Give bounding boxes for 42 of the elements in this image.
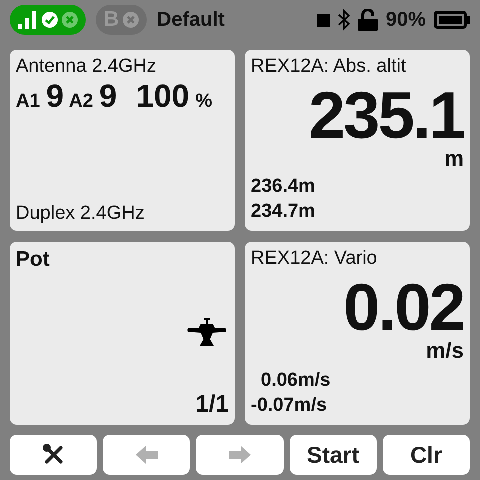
signal-icon	[18, 11, 38, 29]
rssi-widget[interactable]: Antenna 2.4GHz A1 9 A2 9 100 % Duplex 2.4GHz	[10, 50, 235, 231]
sensor-widget[interactable]: REX12A: Vario 0.02 m/s 0.06m/s -0.07m/s	[245, 242, 470, 425]
left-arrow-icon	[136, 446, 158, 464]
tools-icon	[42, 443, 66, 467]
widget-title: REX12A: Abs. altit	[251, 56, 406, 78]
sensor-value: 0.02	[344, 274, 464, 340]
max-value: 0.06m/s	[260, 368, 331, 393]
text-button[interactable]: Start	[290, 435, 377, 475]
widget-title: Antenna 2.4GHz	[16, 56, 156, 78]
tools-button[interactable]	[10, 435, 98, 475]
widget-title: Pot	[16, 248, 50, 272]
receiver-status-pill[interactable]	[10, 5, 86, 35]
sensor-widget[interactable]: REX12A: Abs. altit 235.1 m 236.4m 234.7m	[245, 50, 470, 231]
model-name: Default	[157, 8, 225, 32]
battery-percent: 90%	[386, 8, 426, 32]
min-value: 234.7m	[251, 200, 316, 224]
antenna-label: A1	[16, 91, 40, 113]
battery-icon	[434, 11, 470, 29]
rf-mode-label: Duplex 2.4GHz	[16, 203, 145, 225]
antenna-value: 9	[99, 78, 116, 115]
page-indicator: 1/1	[196, 391, 229, 419]
close-icon	[123, 12, 140, 28]
sensor-value: 235.1	[308, 82, 464, 148]
airplane-icon	[187, 318, 227, 348]
percent-unit: %	[196, 91, 212, 113]
widget-title: REX12A: Vario	[251, 248, 378, 270]
model-widget[interactable]: Pot 1/1	[10, 242, 235, 425]
antenna-label: A2	[69, 91, 94, 113]
right-arrow-icon	[229, 446, 251, 464]
text-button[interactable]: Clr	[382, 435, 470, 475]
bluetooth-icon	[338, 9, 350, 31]
stop-icon	[316, 14, 330, 26]
antenna-value: 9	[46, 78, 64, 115]
sensor-unit: m/s	[426, 340, 464, 362]
sensor-unit: m	[444, 148, 464, 170]
check-icon	[42, 12, 58, 28]
min-value: -0.07m/s	[251, 394, 328, 418]
close-icon	[62, 12, 78, 28]
rssi-percent: 100	[136, 78, 190, 115]
max-value: 236.4m	[251, 174, 316, 199]
lock-icon	[358, 9, 378, 31]
